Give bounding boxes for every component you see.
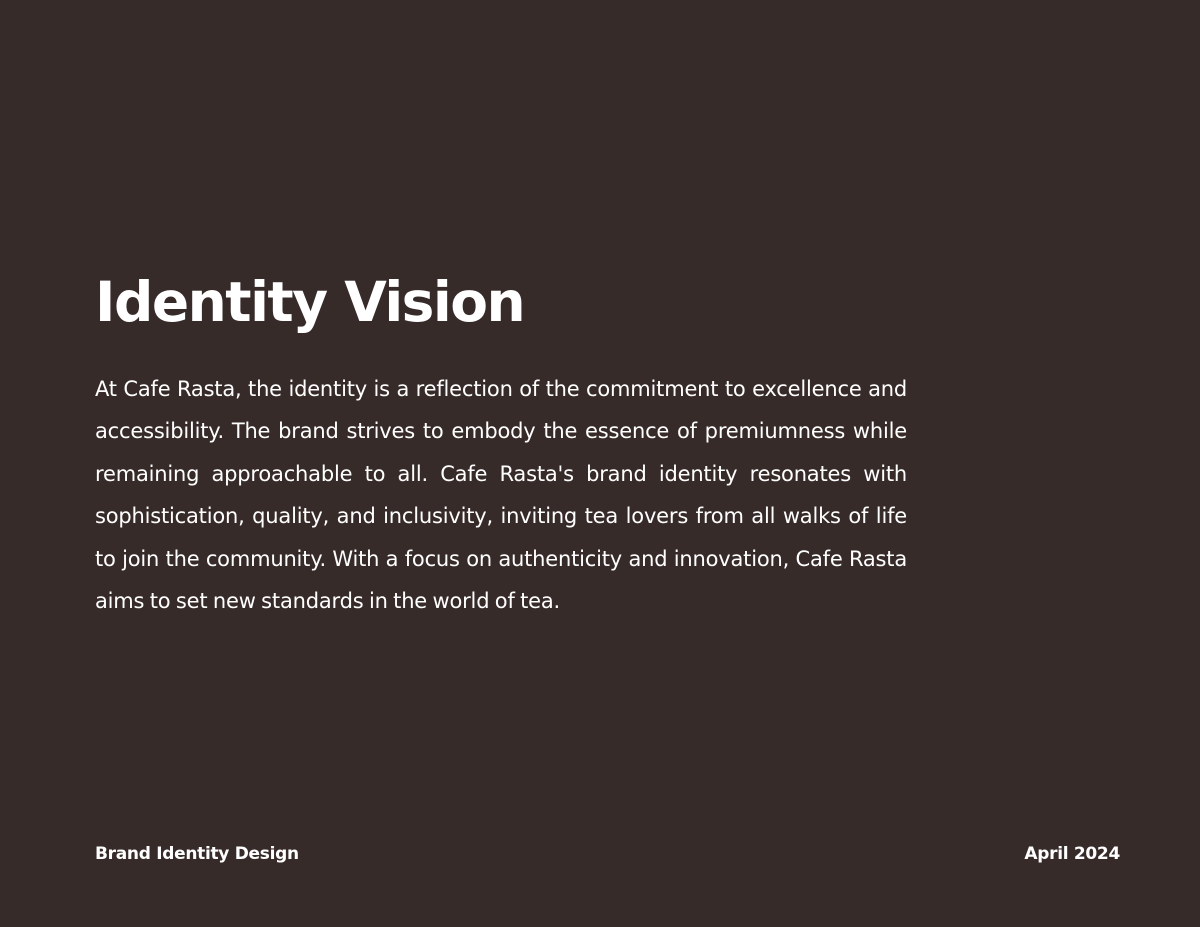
footer-date: April 2024 [1024, 844, 1120, 864]
slide-page: Identity Vision At Cafe Rasta, the ident… [0, 0, 1200, 927]
body-paragraph: At Cafe Rasta, the identity is a reflect… [95, 377, 907, 614]
page-title: Identity Vision [95, 270, 526, 334]
footer-document-label: Brand Identity Design [95, 844, 299, 864]
